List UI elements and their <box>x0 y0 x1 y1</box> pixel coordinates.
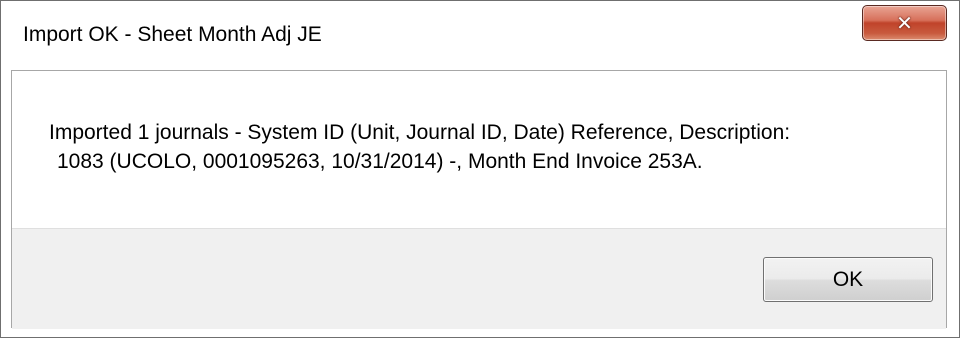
message-area: Imported 1 journals - System ID (Unit, J… <box>12 71 946 228</box>
message-text-line2: 1083 (UCOLO, 0001095263, 10/31/2014) -, … <box>57 150 703 173</box>
ok-button[interactable]: OK <box>763 257 933 302</box>
title-bar[interactable]: Import OK - Sheet Month Adj JE ✕ <box>1 1 959 70</box>
close-icon: ✕ <box>896 11 913 35</box>
message-dialog: Import OK - Sheet Month Adj JE ✕ Importe… <box>0 0 960 338</box>
close-button[interactable]: ✕ <box>862 5 947 41</box>
dialog-title: Import OK - Sheet Month Adj JE <box>23 23 322 46</box>
message-text-line1: Imported 1 journals - System ID (Unit, J… <box>49 121 791 144</box>
